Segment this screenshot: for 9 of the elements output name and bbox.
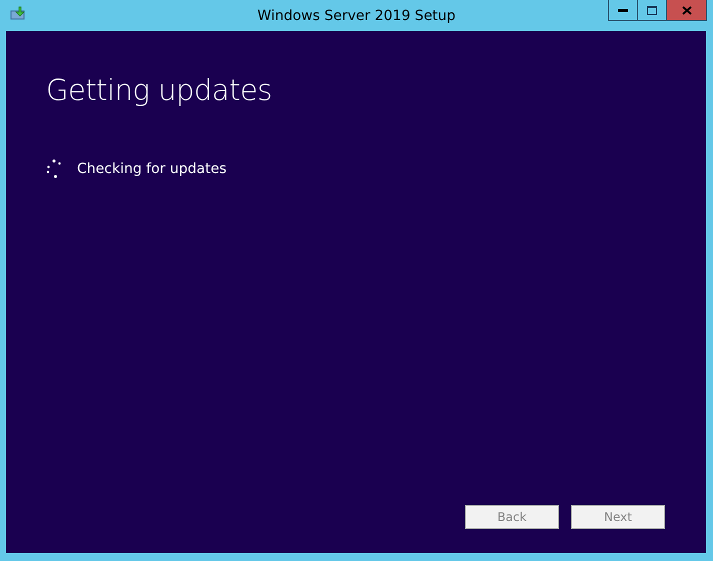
minimize-icon [618, 8, 628, 12]
minimize-button[interactable] [608, 0, 638, 21]
page-heading: Getting updates [46, 73, 273, 107]
setup-icon [10, 6, 26, 20]
close-icon [682, 6, 692, 14]
window-title: Windows Server 2019 Setup [257, 8, 456, 24]
close-button[interactable] [666, 0, 707, 21]
status-text: Checking for updates [77, 160, 226, 176]
maximize-icon [647, 6, 657, 14]
